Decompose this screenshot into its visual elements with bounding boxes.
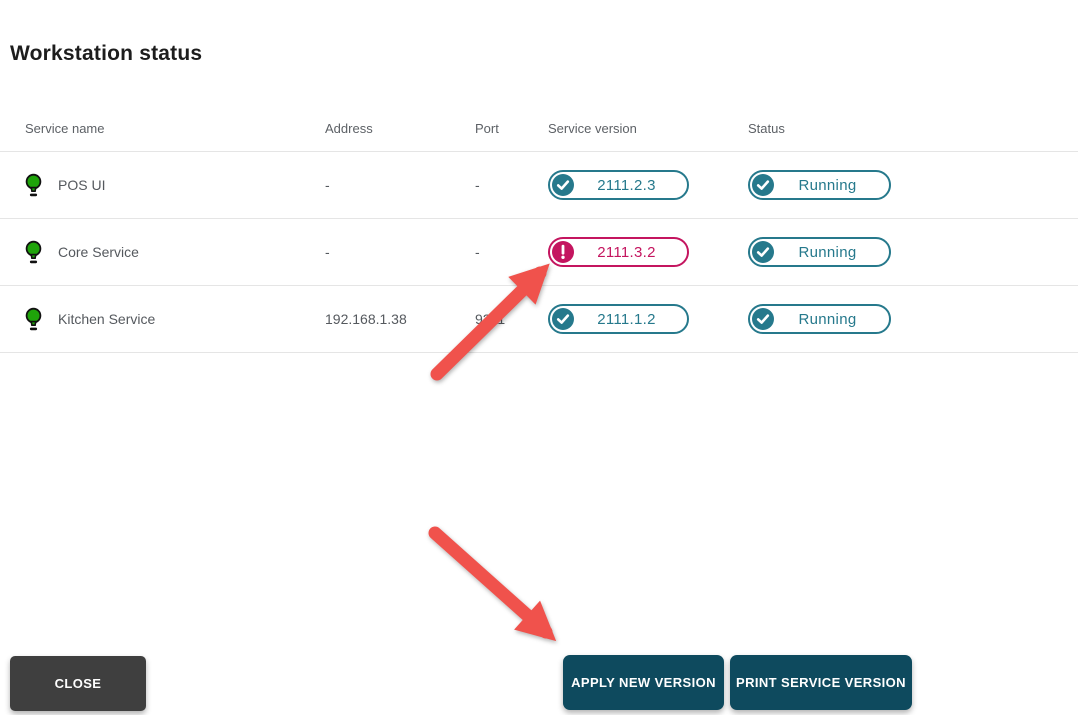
exclamation-circle-icon	[552, 241, 574, 263]
service-version-value: 2111.1.2	[574, 311, 687, 328]
service-name: Kitchen Service	[58, 311, 155, 327]
check-circle-icon	[752, 308, 774, 330]
col-header-service-version: Service version	[548, 121, 748, 136]
page-title: Workstation status	[10, 42, 202, 66]
print-service-version-button[interactable]: PRINT SERVICE VERSION	[730, 655, 912, 710]
apply-new-version-button[interactable]: APPLY NEW VERSION	[563, 655, 724, 710]
status-value: Running	[774, 311, 889, 328]
status-value: Running	[774, 177, 889, 194]
col-header-port: Port	[475, 121, 548, 136]
service-version-value: 2111.3.2	[574, 244, 687, 261]
table-row: Kitchen Service 192.168.1.38 9211 2111.1…	[0, 286, 1078, 353]
service-port: -	[475, 177, 548, 193]
check-circle-icon	[752, 174, 774, 196]
service-address: 192.168.1.38	[325, 311, 475, 327]
service-address: -	[325, 177, 475, 193]
arrow-to-apply-button	[435, 533, 546, 632]
bulb-icon	[25, 307, 42, 332]
check-circle-icon	[552, 308, 574, 330]
close-button[interactable]: CLOSE	[10, 656, 146, 711]
service-version-value: 2111.2.3	[574, 177, 687, 194]
service-name: POS UI	[58, 177, 105, 193]
status-badge: Running	[748, 304, 891, 334]
table-row: POS UI - - 2111.2.3 Running	[0, 152, 1078, 219]
service-address: -	[325, 244, 475, 260]
table-header-row: Service name Address Port Service versio…	[0, 106, 1078, 152]
bulb-icon	[25, 240, 42, 265]
service-port: -	[475, 244, 548, 260]
status-badge: Running	[748, 170, 891, 200]
service-port: 9211	[475, 311, 548, 327]
col-header-service-name: Service name	[25, 121, 325, 136]
check-circle-icon	[552, 174, 574, 196]
service-name: Core Service	[58, 244, 139, 260]
service-version-badge: 2111.1.2	[548, 304, 689, 334]
col-header-address: Address	[325, 121, 475, 136]
service-version-badge: 2111.3.2	[548, 237, 689, 267]
col-header-status: Status	[748, 121, 1078, 136]
status-badge: Running	[748, 237, 891, 267]
bulb-icon	[25, 173, 42, 198]
service-version-badge: 2111.2.3	[548, 170, 689, 200]
check-circle-icon	[752, 241, 774, 263]
table-row: Core Service - - 2111.3.2 Running	[0, 219, 1078, 286]
status-value: Running	[774, 244, 889, 261]
workstation-status-table: Service name Address Port Service versio…	[0, 106, 1078, 353]
